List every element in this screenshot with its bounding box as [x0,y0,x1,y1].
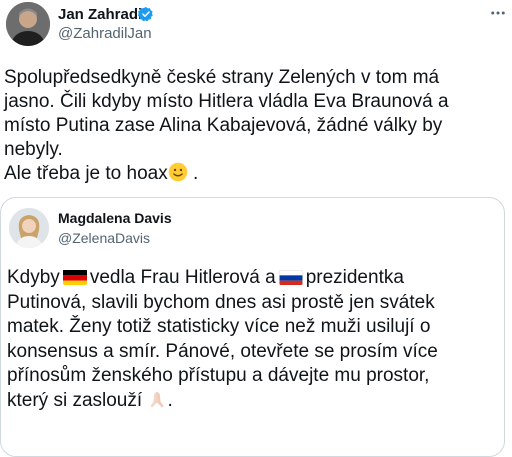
russia-flag-icon [278,269,303,285]
quoted-text-fragment: který si zaslouží [7,389,143,411]
tweet-text-line: nebyly. [4,139,63,160]
quoted-tweet[interactable]: Magdalena Davis @ZelenaDavis Kdyby vedla… [0,197,505,457]
quoted-text-line: Putinová, slavili bychom dnes asi prostě… [7,291,435,313]
quoted-author-avatar[interactable] [9,208,49,248]
tweet: Jan Zahradil @ZahradilJan Spolupředsedky… [0,0,512,457]
verified-badge-icon [137,6,154,22]
germany-flag-icon [62,269,87,285]
tweet-text-line: jasno. Čili kdyby místo Hitlera vládla E… [4,91,449,112]
quoted-text-line: přínosům ženského přístupu a dávejte mu … [7,365,430,386]
tweet-text-line: Spolupředsedkyně české strany Zelených v… [4,67,440,88]
quoted-text-fragment: . [167,389,173,411]
tweet-text-line: místo Putina zase Alina Kabajevová, žádn… [4,115,443,136]
more-horizontal-icon [491,11,505,15]
author-name[interactable]: Jan Zahradil [58,6,146,24]
tweet-text-line: Ale třeba je to hoax . [4,162,504,186]
quoted-author-handle[interactable]: @ZelenaDavis [58,230,150,247]
folded-hands-icon [147,389,167,409]
quoted-text-fragment: vedla Frau Hitlerová a [89,267,276,288]
quoted-text-line: který si zaslouží . [7,389,503,414]
tweet-text-last: Ale třeba je to hoax [4,163,168,184]
quoted-tweet-text: Kdyby vedla Frau Hitlerová a prezidentka… [7,266,503,413]
quoted-text-line: matek. Ženy totiž statisticky více než m… [7,316,431,337]
quoted-text-line: Kdyby vedla Frau Hitlerová a prezidentka [7,266,503,291]
tweet-text-suffix: . [187,163,199,184]
quoted-text-fragment: prezidentka [305,267,404,288]
author-avatar[interactable] [6,2,50,46]
slightly-smiling-face-icon [168,162,188,182]
more-options-button[interactable] [487,2,509,24]
tweet-text: Spolupředsedkyně české strany Zelených v… [4,66,504,186]
quoted-text-line: konsensus a smír. Pánové, otevřete se pr… [7,340,438,362]
quoted-author-name[interactable]: Magdalena Davis [58,210,172,227]
quoted-text-fragment: Kdyby [7,267,60,288]
author-handle[interactable]: @ZahradilJan [58,25,152,43]
